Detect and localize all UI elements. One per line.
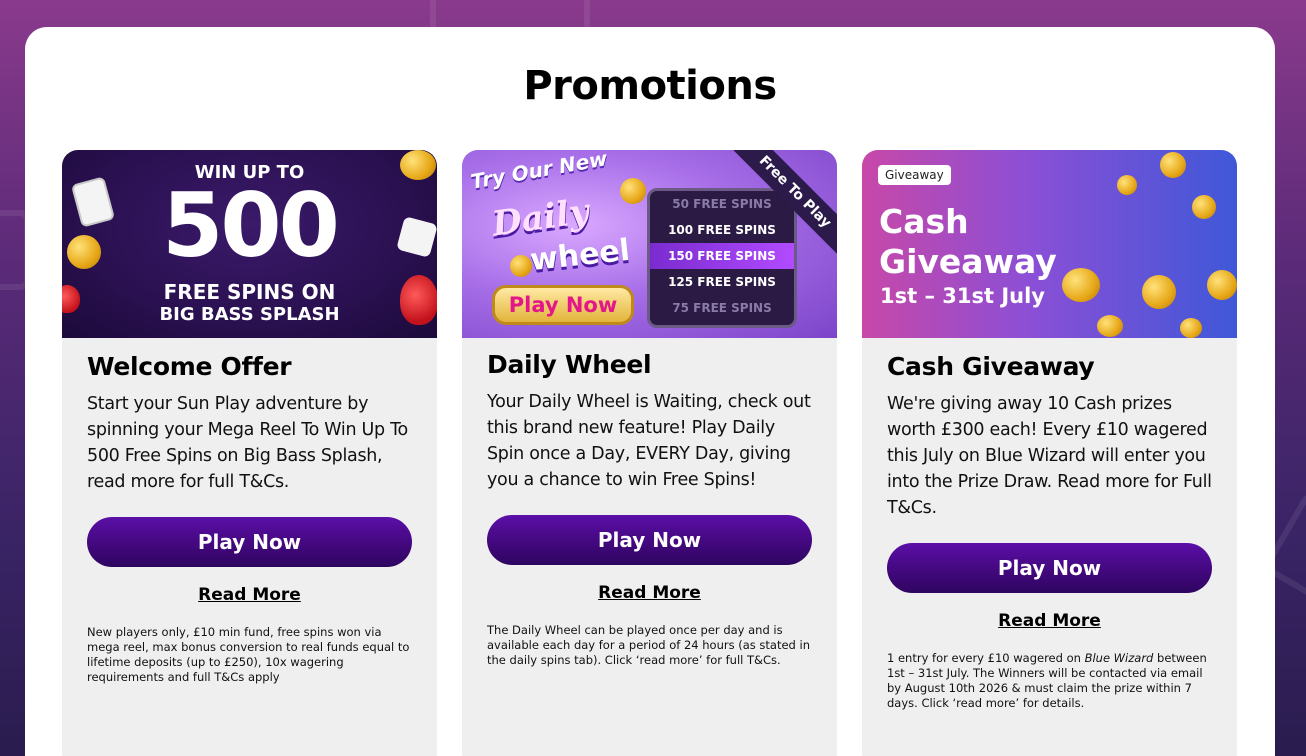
coin-icon: [1142, 275, 1176, 309]
reel-item: 100 FREE SPINS: [668, 223, 776, 237]
terms-text: 1 entry for every £10 wagered on Blue Wi…: [887, 651, 1212, 711]
promo-card-daily-wheel: Try Our New Daily wheel Play Now 50 FREE…: [462, 150, 837, 756]
coin-icon: [510, 255, 532, 277]
card-description: Start your Sun Play adventure by spinnin…: [87, 394, 408, 492]
banner-number: 500: [162, 174, 340, 277]
card-title: Daily Wheel: [487, 350, 652, 379]
banner-headline: Giveaway: [879, 242, 1057, 281]
coin-icon: [1097, 315, 1123, 337]
promo-card-welcome-offer: WIN UP TO 500 FREE SPINS ON BIG BASS SPL…: [62, 150, 437, 756]
banner-daily-text: Daily: [489, 191, 592, 245]
card-title: Welcome Offer: [87, 352, 292, 381]
page-title: Promotions: [523, 63, 777, 109]
terms-text: The Daily Wheel can be played once per d…: [487, 623, 810, 667]
banner-headline: Cash: [879, 202, 969, 241]
reel-item: 50 FREE SPINS: [672, 197, 772, 211]
coin-icon: [1062, 268, 1100, 302]
terms-text: New players only, £10 min fund, free spi…: [87, 625, 410, 684]
card-body: Cash Giveaway We're giving away 10 Cash …: [862, 352, 1237, 711]
promo-card-cash-giveaway: Giveaway Cash Giveaway 1st – 31st July C…: [862, 150, 1237, 756]
welcome-offer-banner[interactable]: WIN UP TO 500 FREE SPINS ON BIG BASS SPL…: [62, 150, 437, 338]
read-more-link[interactable]: Read More: [887, 611, 1212, 631]
spin-reel: 50 FREE SPINS 100 FREE SPINS 150 FREE SP…: [647, 188, 797, 328]
banner-play-now: Play Now: [492, 285, 634, 325]
play-now-button[interactable]: Play Now: [87, 517, 412, 567]
banner-dates: 1st – 31st July: [880, 284, 1045, 308]
banner-try-text: Try Our New: [468, 150, 610, 194]
play-now-button[interactable]: Play Now: [887, 543, 1212, 593]
card-body: Daily Wheel Your Daily Wheel is Waiting,…: [462, 350, 837, 668]
read-more-link[interactable]: Read More: [87, 585, 412, 605]
reel-item-highlight: 150 FREE SPINS: [650, 243, 794, 269]
terms-game-name: Blue Wizard: [1084, 651, 1154, 665]
reel-item: 125 FREE SPINS: [668, 275, 776, 289]
card-description: Your Daily Wheel is Waiting, check out t…: [487, 392, 811, 490]
banner-subline: BIG BASS SPLASH: [159, 304, 340, 325]
giveaway-tag: Giveaway: [878, 165, 951, 185]
card-description: We're giving away 10 Cash prizes worth £…: [887, 394, 1212, 518]
cash-giveaway-banner[interactable]: Giveaway Cash Giveaway 1st – 31st July: [862, 150, 1237, 338]
play-now-button[interactable]: Play Now: [487, 515, 812, 565]
coin-icon: [1192, 195, 1216, 219]
coin-icon: [1117, 175, 1137, 195]
coin-icon: [1207, 270, 1237, 300]
card-title: Cash Giveaway: [887, 352, 1095, 381]
reel-item: 75 FREE SPINS: [672, 301, 772, 315]
coin-icon: [1160, 152, 1186, 178]
daily-wheel-banner[interactable]: Try Our New Daily wheel Play Now 50 FREE…: [462, 150, 837, 338]
coin-icon: [1180, 318, 1202, 338]
banner-subline: FREE SPINS ON: [163, 280, 336, 304]
banner-wheel-text: wheel: [528, 232, 632, 279]
read-more-link[interactable]: Read More: [487, 583, 812, 603]
terms-part: 1 entry for every £10 wagered on: [887, 651, 1085, 665]
coin-icon: [620, 178, 646, 204]
card-body: Welcome Offer Start your Sun Play advent…: [62, 352, 437, 685]
